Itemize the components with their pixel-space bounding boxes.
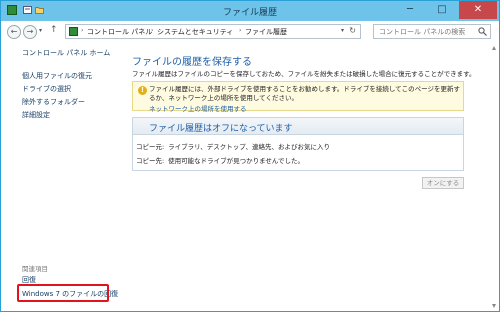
- info-icon: !: [138, 86, 147, 95]
- status-panel: ファイル履歴はオフになっています コピー元: ライブラリ、デスクトップ、連絡先、…: [132, 117, 464, 171]
- up-button[interactable]: ↑: [50, 25, 58, 35]
- control-panel-icon: [69, 27, 78, 36]
- address-box[interactable]: › コントロール パネル › システムとセキュリティ › ファイル履歴 ▾ ↻: [65, 24, 361, 39]
- address-dropdown-icon[interactable]: ▾: [341, 27, 344, 34]
- copy-from-label: コピー元:: [136, 143, 165, 151]
- highlight-box: [17, 284, 109, 302]
- turn-on-button[interactable]: オンにする: [422, 177, 464, 189]
- search-box[interactable]: コントロール パネルの検索: [373, 24, 491, 39]
- sidebar-item-advanced-settings[interactable]: 詳細設定: [22, 110, 50, 120]
- search-icon[interactable]: [478, 27, 487, 36]
- sidebar-item-select-drive[interactable]: ドライブの選択: [22, 84, 71, 94]
- info-banner: ! ファイル履歴には、外部ドライブを使用することをお勧めします。ドライブを接続し…: [132, 81, 464, 113]
- breadcrumb-system-security[interactable]: システムとセキュリティ: [157, 27, 233, 37]
- file-history-window: ファイル履歴 ─ □ ✕ ← → ▾ ↑ › コントロール パネル › システム…: [0, 0, 500, 312]
- copy-to-row: コピー先: 使用可能なドライブが見つかりませんでした。: [136, 155, 304, 165]
- address-bar-row: ← → ▾ ↑ › コントロール パネル › システムとセキュリティ › ファイ…: [1, 21, 499, 44]
- breadcrumb-separator[interactable]: ›: [151, 27, 153, 34]
- close-button[interactable]: ✕: [459, 1, 497, 19]
- status-title: ファイル履歴はオフになっています: [149, 124, 293, 134]
- minimize-button[interactable]: ─: [395, 1, 425, 19]
- recent-locations-dropdown[interactable]: ▾: [39, 27, 42, 34]
- back-button[interactable]: ←: [7, 25, 21, 39]
- copy-from-row: コピー元: ライブラリ、デスクトップ、連絡先、およびお気に入り: [136, 141, 330, 151]
- copy-to-label: コピー先:: [136, 157, 165, 165]
- copy-from-value: ライブラリ、デスクトップ、連絡先、およびお気に入り: [168, 143, 330, 151]
- sidebar-control-panel-home[interactable]: コントロール パネル ホーム: [22, 48, 110, 58]
- maximize-button[interactable]: □: [427, 1, 457, 19]
- page-description: ファイル履歴はファイルのコピーを保存しておため、ファイルを紛失または破損した場合…: [132, 70, 476, 78]
- scrollbar[interactable]: [491, 44, 497, 310]
- breadcrumb-control-panel[interactable]: コントロール パネル: [87, 27, 152, 37]
- copy-to-value: 使用可能なドライブが見つかりませんでした。: [168, 157, 305, 165]
- breadcrumb-separator[interactable]: ›: [81, 27, 83, 34]
- forward-button[interactable]: →: [23, 25, 37, 39]
- sidebar-item-exclude-folders[interactable]: 除外するフォルダー: [22, 97, 85, 107]
- related-heading: 関連項目: [22, 265, 48, 273]
- breadcrumb-separator[interactable]: ›: [239, 27, 241, 34]
- search-input[interactable]: コントロール パネルの検索: [379, 27, 465, 37]
- sidebar-item-restore-files[interactable]: 個人用ファイルの復元: [22, 71, 92, 81]
- use-network-location-link[interactable]: ネットワーク上の場所を使用する: [149, 103, 247, 113]
- title-bar[interactable]: ファイル履歴 ─ □ ✕: [1, 1, 499, 21]
- info-text: ファイル履歴には、外部ドライブを使用することをお勧めします。ドライブを接続してこ…: [149, 85, 461, 102]
- sidebar: コントロール パネル ホーム 個人用ファイルの復元 ドライブの選択 除外するフォ…: [1, 44, 119, 312]
- page-title: ファイルの履歴を保存する: [132, 57, 252, 68]
- status-header: ファイル履歴はオフになっています: [133, 118, 463, 135]
- refresh-icon[interactable]: ↻: [349, 26, 356, 35]
- breadcrumb-file-history[interactable]: ファイル履歴: [245, 27, 287, 37]
